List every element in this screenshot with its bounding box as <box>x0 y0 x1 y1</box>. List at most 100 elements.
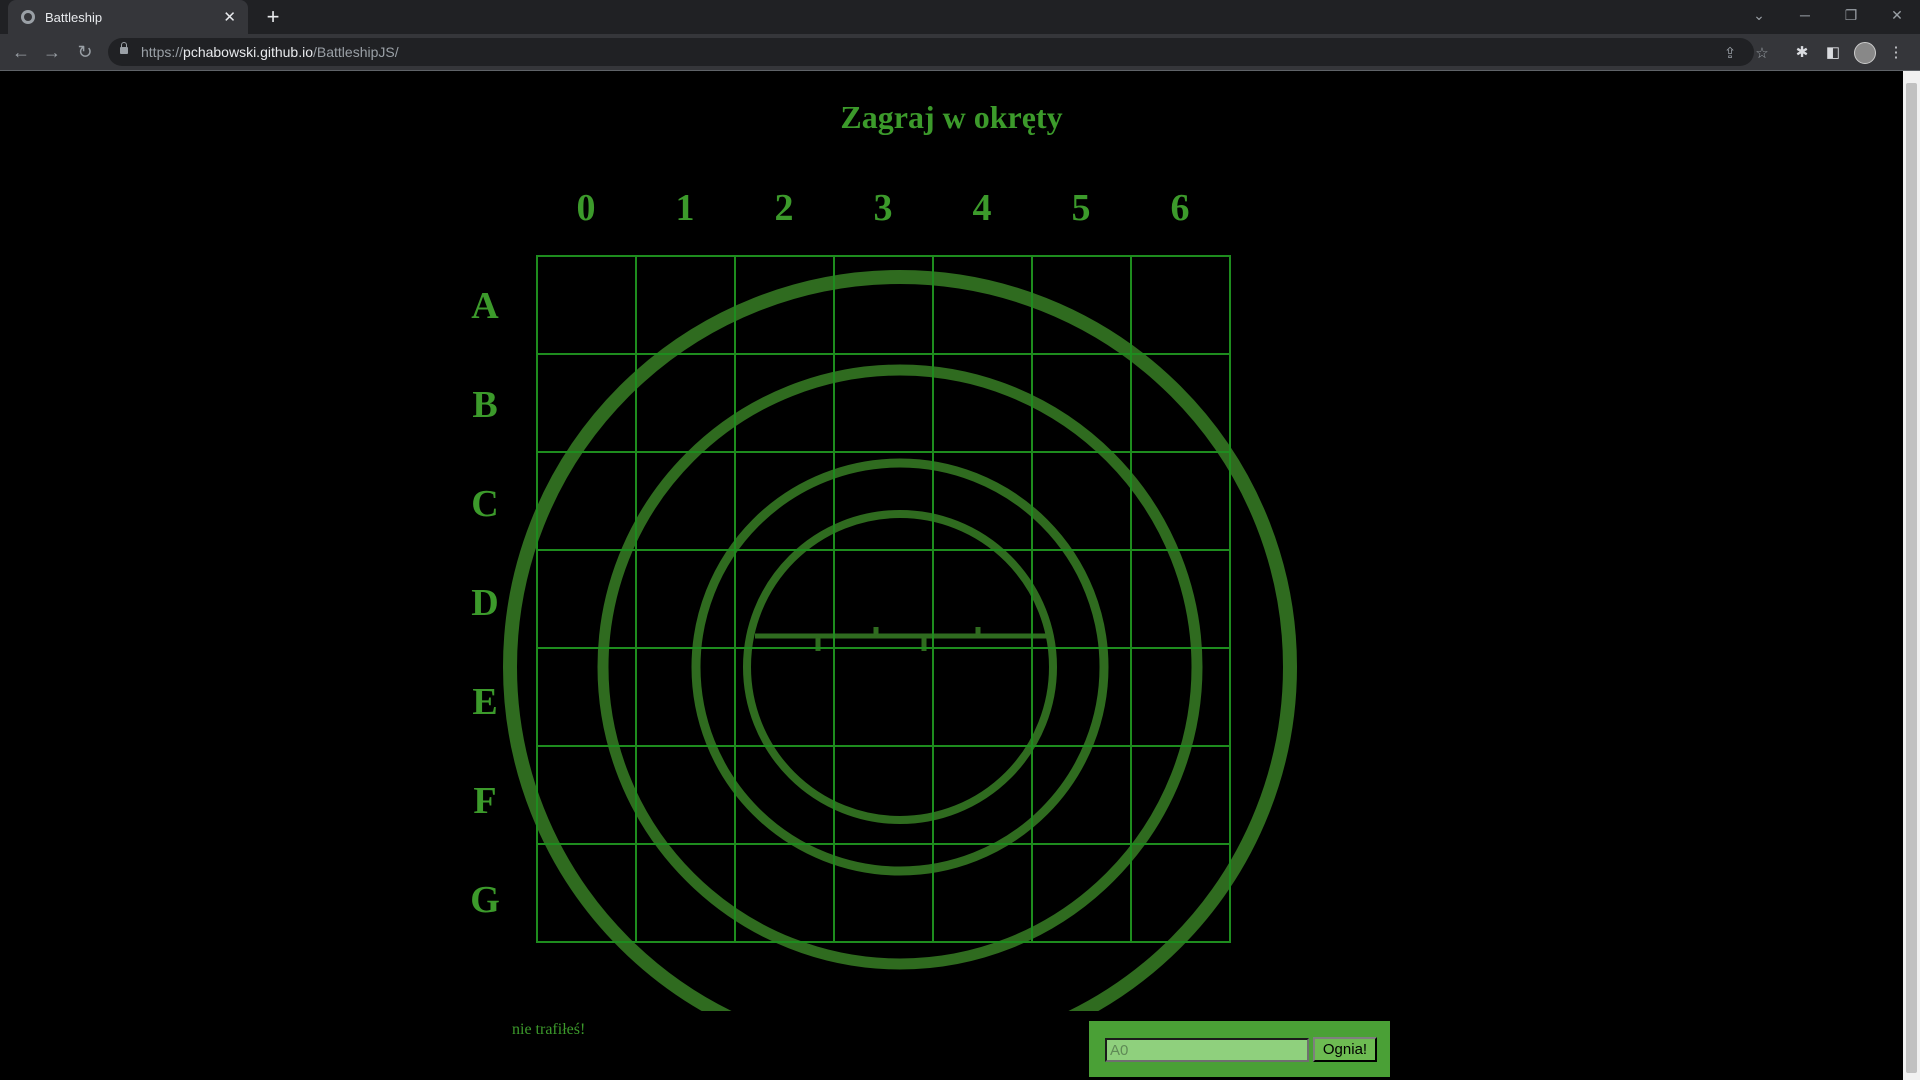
cell-c2[interactable] <box>734 451 835 551</box>
cell-g6[interactable] <box>1130 843 1231 943</box>
cell-f4[interactable] <box>932 745 1033 845</box>
cell-a1[interactable] <box>635 255 736 355</box>
cell-a5[interactable] <box>1031 255 1132 355</box>
cell-b5[interactable] <box>1031 353 1132 453</box>
column-label: 3 <box>873 187 893 229</box>
row-label: F <box>473 780 497 822</box>
url-text[interactable]: https://pchabowski.github.io/BattleshipJ… <box>141 44 399 60</box>
side-panel-icon[interactable]: ◧ <box>1822 42 1844 64</box>
cell-b6[interactable] <box>1130 353 1231 453</box>
close-window-icon[interactable]: ✕ <box>1874 0 1920 30</box>
cell-e4[interactable] <box>932 647 1033 747</box>
tab-search-icon[interactable]: ⌄ <box>1736 0 1782 30</box>
cell-b2[interactable] <box>734 353 835 453</box>
cell-a0[interactable] <box>536 255 637 355</box>
cell-a6[interactable] <box>1130 255 1231 355</box>
board-row-d <box>536 549 1231 649</box>
globe-icon <box>21 10 35 24</box>
board-row-e <box>536 647 1231 747</box>
cell-f3[interactable] <box>833 745 934 845</box>
cell-e5[interactable] <box>1031 647 1132 747</box>
restore-icon[interactable]: ❐ <box>1828 0 1874 30</box>
cell-e6[interactable] <box>1130 647 1231 747</box>
browser-tab[interactable]: Battleship ✕ <box>8 0 248 34</box>
page-scrollbar[interactable] <box>1903 71 1920 1080</box>
cell-d4[interactable] <box>932 549 1033 649</box>
row-label: C <box>471 483 499 525</box>
cell-d2[interactable] <box>734 549 835 649</box>
new-tab-button[interactable]: + <box>260 4 286 30</box>
cell-e3[interactable] <box>833 647 934 747</box>
forward-icon[interactable]: → <box>40 40 64 64</box>
column-label: 4 <box>972 187 992 229</box>
close-tab-icon[interactable]: ✕ <box>223 8 236 26</box>
row-label: B <box>472 384 498 426</box>
cell-c3[interactable] <box>833 451 934 551</box>
cell-c4[interactable] <box>932 451 1033 551</box>
fire-button[interactable]: Ognia! <box>1313 1037 1377 1062</box>
bookmark-star-icon[interactable]: ☆ <box>1752 44 1772 64</box>
cell-g1[interactable] <box>635 843 736 943</box>
cell-c1[interactable] <box>635 451 736 551</box>
cell-g3[interactable] <box>833 843 934 943</box>
fire-form: Ognia! <box>1089 1021 1390 1077</box>
cell-g0[interactable] <box>536 843 637 943</box>
cell-e0[interactable] <box>536 647 637 747</box>
cell-a4[interactable] <box>932 255 1033 355</box>
cell-e2[interactable] <box>734 647 835 747</box>
window-controls: ⌄ ─ ❐ ✕ <box>1736 0 1920 30</box>
cell-d6[interactable] <box>1130 549 1231 649</box>
board-row-g <box>536 843 1231 943</box>
board-row-f <box>536 745 1231 845</box>
cell-c0[interactable] <box>536 451 637 551</box>
browser-toolbar: ← → ↻ https://pchabowski.github.io/Battl… <box>0 34 1920 71</box>
reload-icon[interactable]: ↻ <box>73 40 97 64</box>
cell-d5[interactable] <box>1031 549 1132 649</box>
column-label: 2 <box>774 187 794 229</box>
cell-f2[interactable] <box>734 745 835 845</box>
cell-f0[interactable] <box>536 745 637 845</box>
back-icon[interactable]: ← <box>9 40 33 64</box>
row-label: G <box>470 879 500 921</box>
minimize-icon[interactable]: ─ <box>1782 0 1828 30</box>
guess-input[interactable] <box>1105 1038 1309 1062</box>
game-board <box>536 255 1231 943</box>
cell-b1[interactable] <box>635 353 736 453</box>
cell-c5[interactable] <box>1031 451 1132 551</box>
cell-b4[interactable] <box>932 353 1033 453</box>
scrollbar-thumb[interactable] <box>1906 83 1917 1073</box>
cell-c6[interactable] <box>1130 451 1231 551</box>
share-icon[interactable]: ⇪ <box>1720 44 1740 64</box>
column-label: 5 <box>1071 187 1091 229</box>
cell-a2[interactable] <box>734 255 835 355</box>
row-label: D <box>471 582 499 624</box>
menu-icon[interactable]: ⋮ <box>1885 42 1907 64</box>
cell-b3[interactable] <box>833 353 934 453</box>
column-label: 0 <box>576 187 596 229</box>
game-title: Zagraj w okręty <box>840 99 1063 135</box>
cell-g2[interactable] <box>734 843 835 943</box>
cell-d0[interactable] <box>536 549 637 649</box>
message-area: nie trafiłeś! <box>512 1021 586 1038</box>
cell-f5[interactable] <box>1031 745 1132 845</box>
board-row-a <box>536 255 1231 355</box>
cell-a3[interactable] <box>833 255 934 355</box>
column-label: 6 <box>1170 187 1190 229</box>
cell-f6[interactable] <box>1130 745 1231 845</box>
cell-d1[interactable] <box>635 549 736 649</box>
cell-e1[interactable] <box>635 647 736 747</box>
cell-g5[interactable] <box>1031 843 1132 943</box>
cell-g4[interactable] <box>932 843 1033 943</box>
address-bar[interactable]: https://pchabowski.github.io/BattleshipJ… <box>108 38 1769 66</box>
cell-b0[interactable] <box>536 353 637 453</box>
lock-icon <box>120 42 128 54</box>
tab-strip: Battleship ✕ + ⌄ ─ ❐ ✕ <box>0 0 1920 34</box>
column-label: 1 <box>675 187 695 229</box>
board-row-b <box>536 353 1231 453</box>
extensions-icon[interactable]: ✱ <box>1791 42 1813 64</box>
row-label: A <box>471 285 499 327</box>
cell-f1[interactable] <box>635 745 736 845</box>
profile-avatar[interactable] <box>1854 42 1876 64</box>
cell-d3[interactable] <box>833 549 934 649</box>
row-label: E <box>472 681 498 723</box>
